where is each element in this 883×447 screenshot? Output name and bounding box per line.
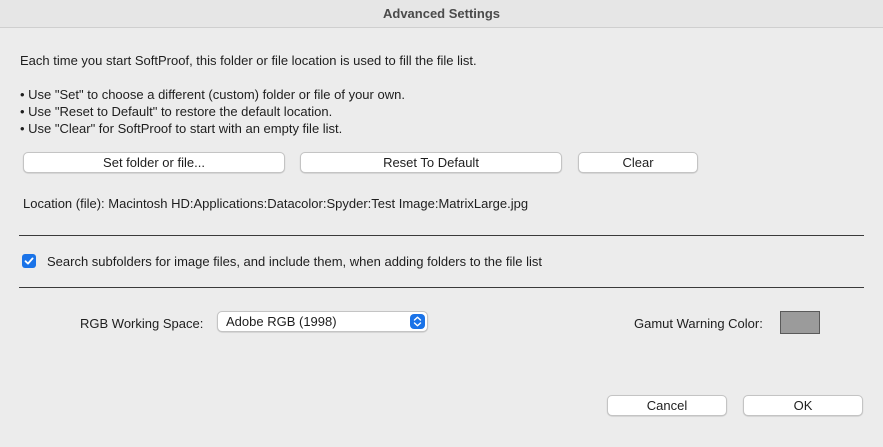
gamut-warning-label: Gamut Warning Color: (634, 316, 763, 331)
intro-text: Each time you start SoftProof, this fold… (20, 53, 477, 68)
advanced-settings-dialog: Advanced Settings Each time you start So… (0, 0, 883, 447)
checkmark-icon (24, 257, 34, 265)
subfolders-label[interactable]: Search subfolders for image files, and i… (47, 254, 542, 270)
bullet-set: • Use "Set" to choose a different (custo… (20, 87, 405, 102)
cancel-button[interactable]: Cancel (607, 395, 727, 416)
ok-button[interactable]: OK (743, 395, 863, 416)
dialog-title: Advanced Settings (382, 6, 501, 21)
divider-top (19, 235, 864, 236)
rgb-working-space-label: RGB Working Space: (80, 316, 204, 331)
bullet-clear: • Use "Clear" for SoftProof to start wit… (20, 121, 343, 136)
rgb-working-space-select[interactable]: Adobe RGB (1998) (217, 311, 428, 332)
divider-bottom (19, 287, 864, 288)
up-down-chevron-icon (410, 314, 425, 329)
set-folder-button[interactable]: Set folder or file... (23, 152, 285, 173)
clear-button[interactable]: Clear (578, 152, 698, 173)
location-text: Location (file): Macintosh HD:Applicatio… (23, 196, 529, 211)
title-bar[interactable]: Advanced Settings (0, 0, 883, 28)
rgb-working-space-value: Adobe RGB (1998) (226, 314, 337, 329)
reset-default-button[interactable]: Reset To Default (300, 152, 562, 173)
subfolders-checkbox[interactable] (22, 254, 36, 268)
gamut-warning-color-swatch[interactable] (780, 311, 820, 334)
bullet-reset: • Use "Reset to Default" to restore the … (20, 104, 333, 119)
